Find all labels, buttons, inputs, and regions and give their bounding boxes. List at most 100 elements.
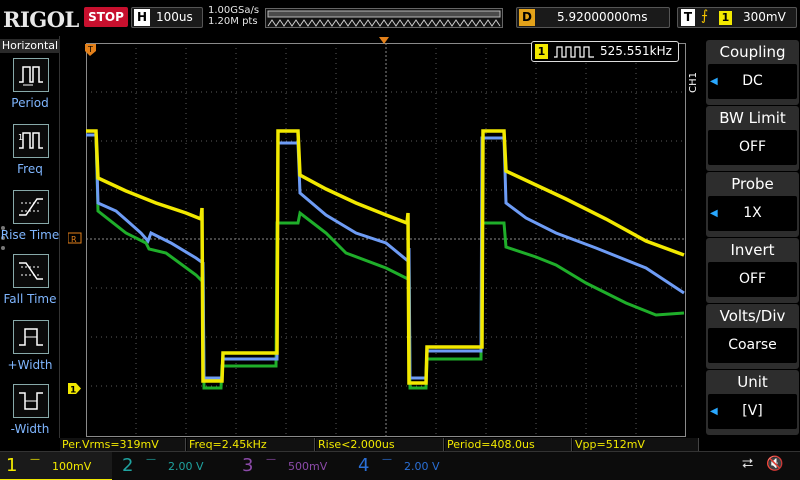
period-icon (13, 58, 49, 92)
graticule (86, 43, 686, 437)
measure-menu: Horizontal Period 1 Freq Rise Time Fall … (0, 36, 60, 438)
channel-4-number: 4 (358, 455, 370, 476)
fall-time-label: Fall Time (3, 292, 57, 306)
invert-value: OFF (708, 262, 797, 297)
bw-limit-label: BW Limit (719, 109, 786, 127)
ch1-ground-marker[interactable]: 1 (68, 383, 82, 395)
measurement-strip: Per.Vrms=319mV Freq=2.45kHz Rise<2.000us… (60, 438, 700, 451)
freq-label: Freq (17, 162, 43, 176)
invert-button[interactable]: Invert OFF (706, 238, 799, 303)
timebase-tag: H (134, 9, 150, 26)
channel-2-tab[interactable]: 2 — 2.00 V (116, 452, 232, 480)
frequency-icon: 1 (13, 124, 49, 158)
run-stop-button[interactable]: STOP (84, 7, 128, 27)
frequency-counter[interactable]: 1 525.551kHz (531, 41, 679, 62)
measurement-item[interactable]: Vpp=512mV (573, 438, 699, 451)
sample-rate: 1.00GSa/s (208, 5, 260, 16)
unit-arrow-icon: ◀ (710, 406, 718, 417)
volts-div-value: Coarse (708, 328, 797, 363)
channel-menu: CH1 Coupling DC ◀ BW Limit OFF Probe 1X … (686, 36, 800, 438)
pos-width-label: +Width (7, 358, 53, 372)
counter-value: 525.551kHz (600, 44, 672, 58)
channel-4-tab[interactable]: 4 — 2.00 V (352, 452, 468, 480)
channel-1-coupling-icon: — (30, 454, 40, 465)
channel-2-coupling-icon: — (146, 454, 156, 465)
top-status-bar: RIGOL STOP H 100us 1.00GSa/s 1.20M pts D… (0, 0, 800, 36)
channel-3-tab[interactable]: 3 — 500mV (236, 452, 352, 480)
trigger-level: 300mV (743, 10, 786, 24)
channel-2-scale: 2.00 V (168, 460, 204, 473)
delay-value: 5.92000000ms (557, 10, 648, 24)
measurement-item[interactable]: Per.Vrms=319mV (60, 438, 186, 451)
coupling-arrow-icon: ◀ (710, 76, 718, 87)
volts-div-button[interactable]: Volts/Div Coarse (706, 304, 799, 369)
channel-3-coupling-icon: — (266, 454, 276, 465)
channel-1-scale: 100mV (52, 460, 92, 473)
probe-value: 1X (708, 196, 797, 231)
channel-1-tab[interactable]: 1 — 100mV (0, 452, 112, 480)
invert-label: Invert (730, 241, 775, 259)
waveform-area[interactable] (86, 43, 686, 437)
measure-fall-time-button[interactable]: Fall Time (0, 254, 60, 318)
timebase-value: 100us (156, 10, 193, 24)
channel-4-scale: 2.00 V (404, 460, 440, 473)
period-label: Period (11, 96, 49, 110)
measure-period-button[interactable]: Period (0, 58, 60, 122)
measurement-item[interactable]: Rise<2.000us (316, 438, 444, 451)
measure-neg-width-button[interactable]: -Width (0, 384, 60, 448)
rising-edge-icon: ⨍ (701, 8, 709, 24)
measure-menu-title: Horizontal (0, 39, 60, 53)
unit-label: Unit (737, 373, 768, 391)
channel-3-number: 3 (242, 455, 254, 476)
measurement-item[interactable]: Freq=2.45kHz (187, 438, 315, 451)
reference-marker: R (68, 232, 82, 244)
coupling-value: DC (708, 64, 797, 99)
trigger-source: 1 (719, 11, 732, 25)
unit-value: [V] (708, 394, 797, 429)
neg-width-label: -Width (10, 422, 50, 436)
svg-text:R: R (71, 235, 77, 244)
trigger-tag: T (681, 9, 695, 26)
channel-2-number: 2 (122, 455, 134, 476)
svg-text:T: T (87, 45, 93, 54)
svg-text:1: 1 (70, 386, 76, 396)
trigger-position-marker[interactable]: T (84, 43, 98, 57)
channel-menu-tag: CH1 (688, 72, 699, 93)
square-wave-icon (554, 46, 594, 58)
rise-time-label: Rise Time (0, 228, 60, 242)
memory-overview-bar[interactable] (265, 8, 503, 28)
coupling-label: Coupling (719, 43, 786, 61)
probe-label: Probe (731, 175, 774, 193)
bw-limit-value: OFF (708, 130, 797, 165)
acquisition-info: 1.00GSa/s 1.20M pts (208, 5, 259, 27)
probe-button[interactable]: Probe 1X ◀ (706, 172, 799, 237)
rise-time-icon (13, 190, 49, 224)
unit-button[interactable]: Unit [V] ◀ (706, 370, 799, 435)
channel-3-scale: 500mV (288, 460, 328, 473)
measure-rise-time-button[interactable]: Rise Time (0, 190, 60, 254)
measure-freq-button[interactable]: 1 Freq (0, 124, 60, 188)
usb-icon: ⮂ (742, 456, 754, 472)
fall-time-icon (13, 254, 49, 288)
measure-pos-width-button[interactable]: +Width (0, 320, 60, 384)
coupling-button[interactable]: Coupling DC ◀ (706, 40, 799, 105)
svg-text:1: 1 (18, 133, 23, 142)
delay-tag: D (519, 9, 535, 26)
trigger-display[interactable]: T ⨍ 1 300mV (677, 7, 797, 28)
timebase-display[interactable]: H 100us (131, 7, 203, 28)
horizontal-center-marker (379, 37, 389, 44)
volts-div-label: Volts/Div (719, 307, 786, 325)
speaker-muted-icon[interactable]: 🔇 (766, 456, 783, 472)
positive-width-icon (13, 320, 49, 354)
memory-points: 1.20M pts (208, 16, 258, 27)
delay-display[interactable]: D 5.92000000ms (516, 7, 670, 28)
memory-waveform-icon (267, 10, 501, 27)
channel-1-number: 1 (6, 455, 18, 476)
probe-arrow-icon: ◀ (710, 208, 718, 219)
negative-width-icon (13, 384, 49, 418)
measurement-item[interactable]: Period=408.0us (445, 438, 572, 451)
channel-bar: 1 — 100mV 2 — 2.00 V 3 — 500mV 4 — 2.00 … (0, 451, 800, 480)
channel-4-coupling-icon: — (382, 454, 392, 465)
brand-logo: RIGOL (3, 7, 79, 32)
bw-limit-button[interactable]: BW Limit OFF (706, 106, 799, 171)
